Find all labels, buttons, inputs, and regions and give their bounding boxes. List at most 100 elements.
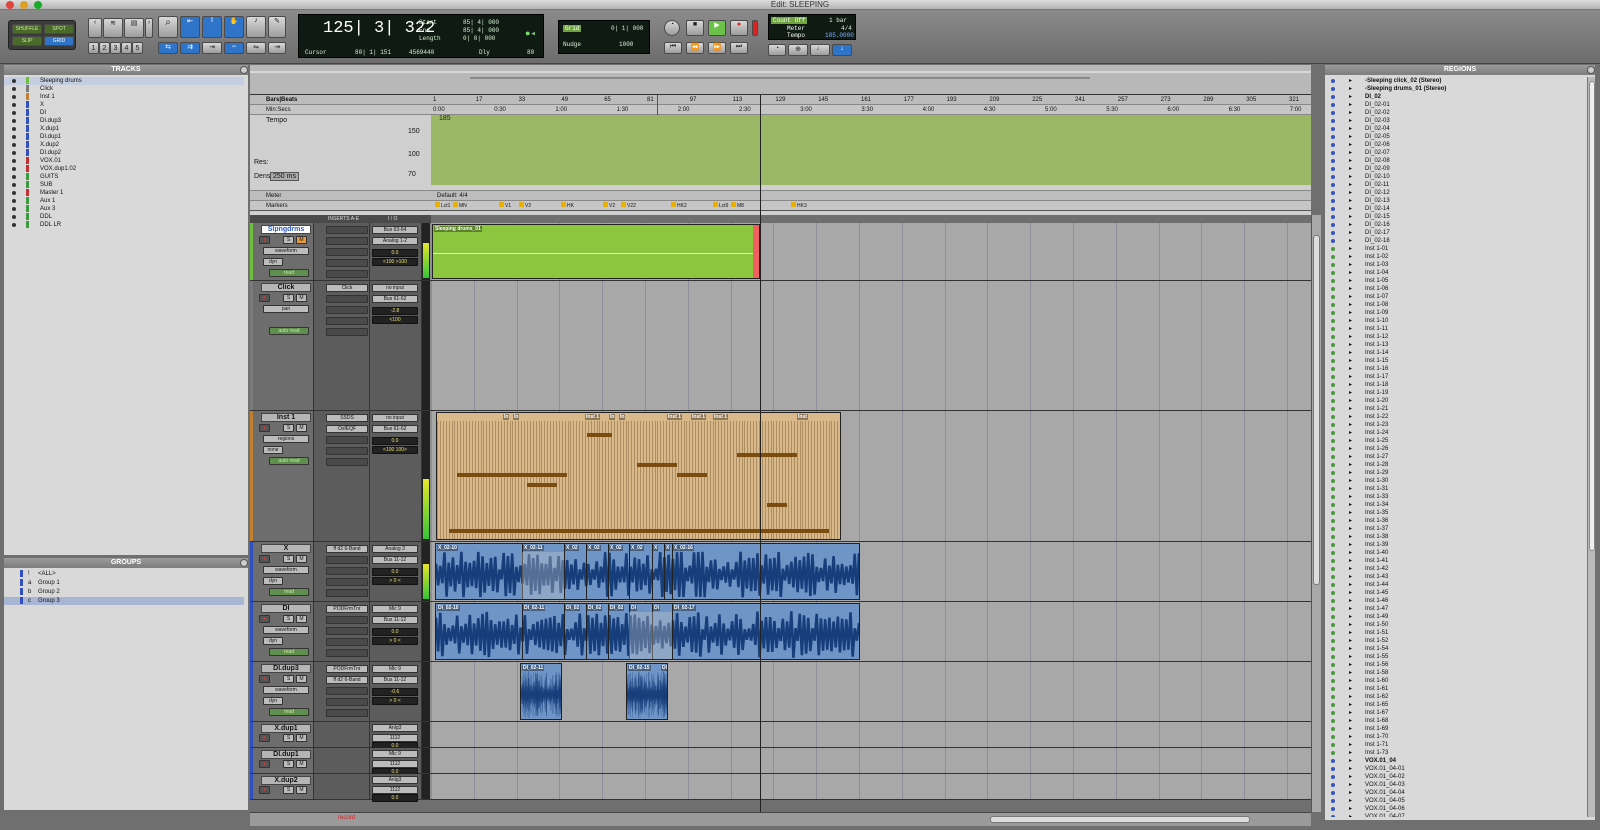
region-expand-icon[interactable]: ▸: [1349, 157, 1352, 165]
region-list-item[interactable]: ▸ Inst 1-04: [1325, 269, 1587, 277]
relative-grid-icon[interactable]: ⇥: [268, 42, 286, 54]
tempo-ruler[interactable]: Tempo 150 100 70 Res: Dens: 250 ms 185: [250, 115, 1311, 191]
region-expand-icon[interactable]: ▸: [1349, 573, 1352, 581]
region-expand-icon[interactable]: ▸: [1349, 621, 1352, 629]
marker[interactable]: MN: [453, 201, 467, 211]
solo-button[interactable]: S: [283, 760, 294, 768]
region-list-item[interactable]: ▸ VOX.01_04: [1325, 757, 1587, 765]
region-list-item[interactable]: ▸ Inst 1-33: [1325, 493, 1587, 501]
marker[interactable]: V22: [621, 201, 636, 211]
track-show-dot-icon[interactable]: [12, 127, 16, 131]
input-selector[interactable]: no input: [372, 284, 418, 292]
region-expand-icon[interactable]: ▸: [1349, 757, 1352, 765]
marker[interactable]: V2: [603, 201, 615, 211]
insert-slot[interactable]: [326, 649, 368, 657]
output-selector[interactable]: 1112: [372, 760, 418, 768]
region-list-item[interactable]: ▸ Inst 1-31: [1325, 485, 1587, 493]
region-expand-icon[interactable]: ▸: [1349, 381, 1352, 389]
region-expand-icon[interactable]: ▸: [1349, 725, 1352, 733]
universe-overview[interactable]: [250, 65, 1311, 95]
region-expand-icon[interactable]: ▸: [1349, 373, 1352, 381]
selector-tool-icon[interactable]: I: [202, 16, 222, 38]
region-expand-icon[interactable]: ▸: [1349, 653, 1352, 661]
solo-button[interactable]: S: [283, 675, 294, 683]
track-view-selector[interactable]: pan: [263, 305, 309, 313]
track-list-item[interactable]: Sleeping drums: [4, 77, 244, 85]
marker[interactable]: Lct9: [713, 201, 728, 211]
region-expand-icon[interactable]: ▸: [1349, 413, 1352, 421]
track-lane[interactable]: X_02-10 X_02-11 X_02 X_02 X_02 X_02 X X X_02-16: [431, 542, 1311, 601]
region-list-item[interactable]: ▸ Inst 1-05: [1325, 277, 1587, 285]
zoom-preset-2[interactable]: 2: [99, 42, 110, 54]
region-expand-icon[interactable]: ▸: [1349, 101, 1352, 109]
region-list-item[interactable]: ▸ Inst 1-54: [1325, 645, 1587, 653]
region-list-item[interactable]: ▸ Inst 1-34: [1325, 501, 1587, 509]
region-list-item[interactable]: ▸ Inst 1-10: [1325, 317, 1587, 325]
track-view-selector[interactable]: waveform: [263, 247, 309, 255]
metronome-icon[interactable]: ◔: [768, 44, 786, 56]
insert-slot[interactable]: [326, 709, 368, 717]
track-show-dot-icon[interactable]: [12, 199, 16, 203]
region-expand-icon[interactable]: ▸: [1349, 517, 1352, 525]
groups-panel-menu-icon[interactable]: [240, 559, 248, 567]
region-expand-icon[interactable]: ▸: [1349, 93, 1352, 101]
record-enable-button[interactable]: ●: [259, 294, 270, 302]
track-mode-selector[interactable]: dyn: [263, 258, 283, 266]
input-selector[interactable]: Analog 3: [372, 545, 418, 553]
insert-plugin[interactable]: ff d2 6-Band: [326, 545, 368, 553]
tempo-track-icon[interactable]: ↓: [832, 44, 852, 56]
mute-button[interactable]: M: [296, 760, 307, 768]
fast-forward-button[interactable]: ⏩: [708, 42, 726, 54]
region-expand-icon[interactable]: ▸: [1349, 269, 1352, 277]
meter-value[interactable]: 4/4: [841, 25, 852, 32]
region-list-item[interactable]: ▸ Inst 1-40: [1325, 549, 1587, 557]
automation-mode-selector[interactable]: read: [269, 708, 309, 716]
solo-button[interactable]: S: [283, 786, 294, 794]
region-expand-icon[interactable]: ▸: [1349, 253, 1352, 261]
region-list-item[interactable]: ▸ Inst 1-37: [1325, 525, 1587, 533]
region-expand-icon[interactable]: ▸: [1349, 541, 1352, 549]
region-expand-icon[interactable]: ▸: [1349, 277, 1352, 285]
region-list-item[interactable]: ▸ Inst 1-18: [1325, 381, 1587, 389]
output-selector[interactable]: Bus 61-62: [372, 425, 418, 433]
insert-slot[interactable]: [326, 556, 368, 564]
track-view-selector[interactable]: waveform: [263, 686, 309, 694]
region-list-item[interactable]: ▸ Inst 1-65: [1325, 701, 1587, 709]
track-view-selector[interactable]: waveform: [263, 566, 309, 574]
regions-panel-menu-icon[interactable]: [1587, 66, 1595, 74]
mute-button[interactable]: M: [296, 294, 307, 302]
region-list-item[interactable]: ▸ Inst 1-61: [1325, 685, 1587, 693]
nudge-value[interactable]: 1000: [619, 41, 633, 48]
insert-slot[interactable]: [326, 627, 368, 635]
group-list-item[interactable]: c Group 3: [4, 597, 244, 605]
track-list-item[interactable]: DDL LR: [4, 221, 244, 229]
track-mode-selector[interactable]: dyn: [263, 697, 283, 705]
dly-label[interactable]: Dly: [479, 49, 490, 56]
end-value[interactable]: 85| 4| 000: [463, 27, 499, 34]
region-list-item[interactable]: ▸ DI_02-07: [1325, 149, 1587, 157]
audio-region[interactable]: In In Inst 1 In In Inst 1 Inst 1 Inst 1 Inst: [436, 412, 841, 540]
audio-region[interactable]: Sleeping drums_01: [432, 224, 760, 279]
mute-button[interactable]: M: [296, 555, 307, 563]
output-selector[interactable]: 1112: [372, 786, 418, 794]
region-expand-icon[interactable]: ▸: [1349, 429, 1352, 437]
marker[interactable]: V1: [499, 201, 511, 211]
track-show-dot-icon[interactable]: [12, 159, 16, 163]
region-list-item[interactable]: ▸ Inst 1-46: [1325, 597, 1587, 605]
insert-slot[interactable]: [326, 436, 368, 444]
insert-slot[interactable]: [326, 447, 368, 455]
tab-transients-icon[interactable]: ⇔: [224, 42, 244, 54]
automation-mode-selector[interactable]: read: [269, 269, 309, 277]
region-list-item[interactable]: ▸ Inst 1-07: [1325, 293, 1587, 301]
track-list-item[interactable]: Aux 1: [4, 197, 244, 205]
region-expand-icon[interactable]: ▸: [1349, 749, 1352, 757]
region-list-item[interactable]: ▸ VOX.01_04-03: [1325, 781, 1587, 789]
region-list-item[interactable]: ▸ Inst 1-36: [1325, 517, 1587, 525]
region-list-item[interactable]: ▸ Inst 1-71: [1325, 741, 1587, 749]
track-view-selector[interactable]: waveform: [263, 626, 309, 634]
track-show-dot-icon[interactable]: [12, 175, 16, 179]
insert-slot[interactable]: [326, 698, 368, 706]
region-expand-icon[interactable]: ▸: [1349, 661, 1352, 669]
output-selector[interactable]: 1112: [372, 734, 418, 742]
mute-button[interactable]: M: [296, 675, 307, 683]
